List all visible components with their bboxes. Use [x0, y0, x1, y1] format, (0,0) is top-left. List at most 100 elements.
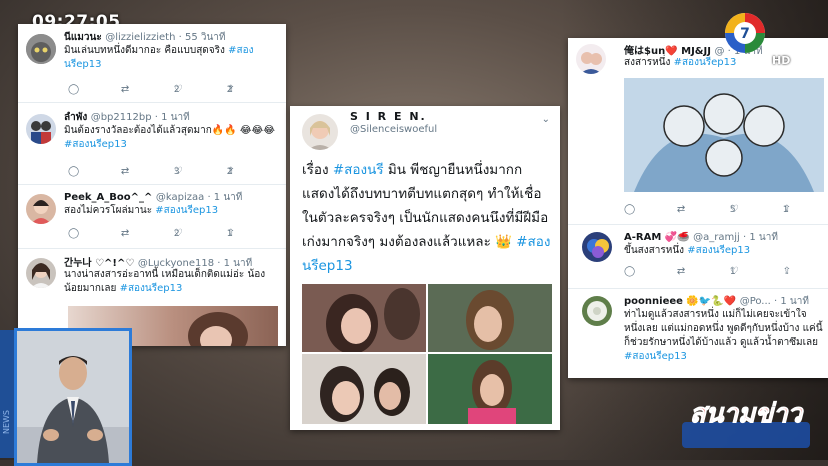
divider [18, 102, 286, 103]
tweet[interactable]: A-RAM 💞🥌 @a_ramjj · 1 นาที ขึ้นสงสารหนึ่… [568, 226, 828, 288]
retweet-icon: ⇄ [676, 266, 686, 277]
right-tweets-card: 俺は$un❤️ MJ&JJ @ · 1 นาที สงสารหนึ่ง #สอง… [568, 38, 828, 378]
hashtag-link[interactable]: #สองนรีep13 [674, 57, 737, 68]
reply-icon: ◯ [68, 166, 80, 177]
reply-icon: ◯ [624, 266, 636, 277]
tweet-text: มินเล่นบทหนึ่งดีมากอะ คือแบบสุดจริง [64, 45, 225, 56]
avatar [26, 194, 56, 224]
share-button[interactable]: ⇪ [783, 266, 828, 277]
reply-button[interactable]: ◯ [624, 266, 674, 277]
heart-icon: ♡ [729, 204, 739, 215]
tweet-image[interactable] [428, 284, 552, 352]
share-icon: ⇪ [226, 228, 236, 239]
tweet-handle: @Silenceiswoeful [350, 124, 438, 135]
tweet-text: มินต้องรางวัลอะต้องได้แล้วสุดมาก🔥🔥 😂😂😂 [64, 125, 275, 136]
chevron-down-icon[interactable]: ⌄ [542, 114, 550, 125]
tweet[interactable]: นีแมวนะ @lizzielizzieth · 55 วินาที มินเ… [18, 24, 286, 100]
retweet-button[interactable]: ⇄ 2 [120, 228, 180, 239]
tweet-author: ลำพัง [64, 112, 88, 123]
tweet-image[interactable] [428, 354, 552, 424]
tweet-handle: @Po... · 1 นาที [739, 296, 809, 307]
reply-icon: ◯ [624, 204, 636, 215]
retweet-button[interactable]: ⇄ 3 [120, 166, 180, 177]
reply-icon: ◯ [68, 84, 80, 95]
divider [568, 224, 828, 225]
hashtag-link[interactable]: #สองนรีep13 [64, 139, 127, 150]
avatar [582, 232, 612, 262]
like-button[interactable]: ♡ [730, 266, 780, 277]
share-button[interactable]: ⇪ [227, 166, 277, 177]
news-strip [0, 330, 14, 458]
retweet-button[interactable]: ⇄ 1 [676, 266, 736, 277]
retweet-icon: ⇄ [676, 204, 686, 215]
retweet-icon: ⇄ [120, 228, 130, 239]
heart-icon: ♡ [173, 166, 183, 177]
tweet-text: ขึ้นสงสารหนึ่ง [624, 245, 685, 256]
tweet[interactable]: ลำพัง @bp2112bp · 1 นาที มินต้องรางวัลอะ… [18, 104, 286, 182]
like-button[interactable]: ♡ 2 [173, 84, 233, 95]
hd-badge: HD [772, 54, 791, 67]
divider [18, 184, 286, 185]
reply-button[interactable]: ◯ [68, 84, 118, 95]
share-button[interactable]: ⇪ [783, 204, 828, 215]
tweet-handle: @lizzielizzieth · 55 วินาที [105, 32, 226, 43]
retweet-icon: ⇄ [120, 166, 130, 177]
hashtag-link[interactable]: #สองนรีep13 [155, 205, 218, 216]
tweet-author: Peek_A_Boo^_^ [64, 192, 153, 203]
like-button[interactable]: ♡ 1 [173, 228, 233, 239]
divider [18, 248, 286, 249]
avatar [582, 296, 612, 326]
share-icon: ⇪ [782, 204, 792, 215]
hashtag-link[interactable]: #สองนรีep13 [120, 283, 183, 294]
center-tweet-card[interactable]: S I R E N. @Silenceiswoeful ⌄ เรื่อง #สอ… [290, 106, 560, 430]
avatar [302, 114, 338, 150]
show-logo: สนามข่าว [676, 392, 816, 454]
tweet-text: สงสารหนึ่ง [624, 57, 671, 68]
heart-icon: ♡ [173, 84, 183, 95]
avatar [26, 258, 56, 288]
heart-icon: ♡ [173, 228, 183, 239]
reply-button[interactable]: ◯ [68, 228, 118, 239]
live-badge: LIVE [770, 68, 790, 77]
reply-icon: ◯ [68, 228, 80, 239]
tweet-image[interactable] [302, 284, 426, 352]
retweet-icon: ⇄ [120, 84, 130, 95]
tweet[interactable]: Peek_A_Boo^_^ @kapizaa · 1 นาที สองไม่คว… [18, 186, 286, 248]
hashtag-link[interactable]: #สองนรีep13 [624, 351, 687, 362]
like-button[interactable]: ♡ 2 [173, 166, 233, 177]
tweet-text: สองไม่ควรโผล่มานะ [64, 205, 153, 216]
hashtag-link[interactable]: #สองนรีep13 [687, 245, 750, 256]
like-button[interactable]: ♡ 1 [729, 204, 789, 215]
tweet-author: นีแมวนะ [64, 32, 102, 43]
share-icon: ⇪ [782, 266, 792, 277]
presenter-video [14, 328, 132, 466]
share-button[interactable]: ⇪ [227, 84, 277, 95]
tweet-handle: @bp2112bp · 1 นาที [90, 112, 190, 123]
share-icon: ⇪ [226, 166, 236, 177]
tweet-image[interactable] [624, 78, 824, 192]
heart-icon: ♡ [729, 266, 739, 277]
share-icon: ⇪ [226, 84, 236, 95]
share-button[interactable]: ⇪ [227, 228, 277, 239]
channel-logo: 7 [724, 12, 766, 54]
divider [568, 288, 828, 289]
tweet-text: ท่าไมดูแล้วสงสารหนึ่ง แม่ก็ไม่เคยจะเข้าใ… [624, 309, 823, 348]
retweet-button[interactable]: ⇄ 5 [676, 204, 736, 215]
tweet-handle: @a_ramjj · 1 นาที [693, 232, 778, 243]
avatar [26, 114, 56, 144]
tweet-author: poonnieee 🌼🐦🐍❤️ [624, 296, 737, 307]
reply-button[interactable]: ◯ [624, 204, 674, 215]
tweet-text: เรื่อง #สองนรี มิน พีชญายืนหนึ่งมากก แสด… [302, 162, 551, 274]
tweet[interactable]: poonnieee 🌼🐦🐍❤️ @Po... · 1 นาที ท่าไมดูแ… [568, 290, 828, 378]
retweet-button[interactable]: ⇄ 2 [120, 84, 180, 95]
hashtag-link[interactable]: #สองนรี [333, 162, 384, 178]
tweet-handle: @kapizaa · 1 นาที [155, 192, 243, 203]
reply-button[interactable]: ◯ [68, 166, 118, 177]
tweet-image[interactable] [302, 354, 426, 424]
left-tweets-card: นีแมวนะ @lizzielizzieth · 55 วินาที มินเ… [18, 24, 286, 346]
channel-number: 7 [740, 26, 750, 42]
avatar [26, 34, 56, 64]
avatar [576, 44, 606, 74]
tweet-author: S I R E N. [350, 110, 427, 123]
show-logo-text: สนามข่าว [690, 399, 805, 429]
